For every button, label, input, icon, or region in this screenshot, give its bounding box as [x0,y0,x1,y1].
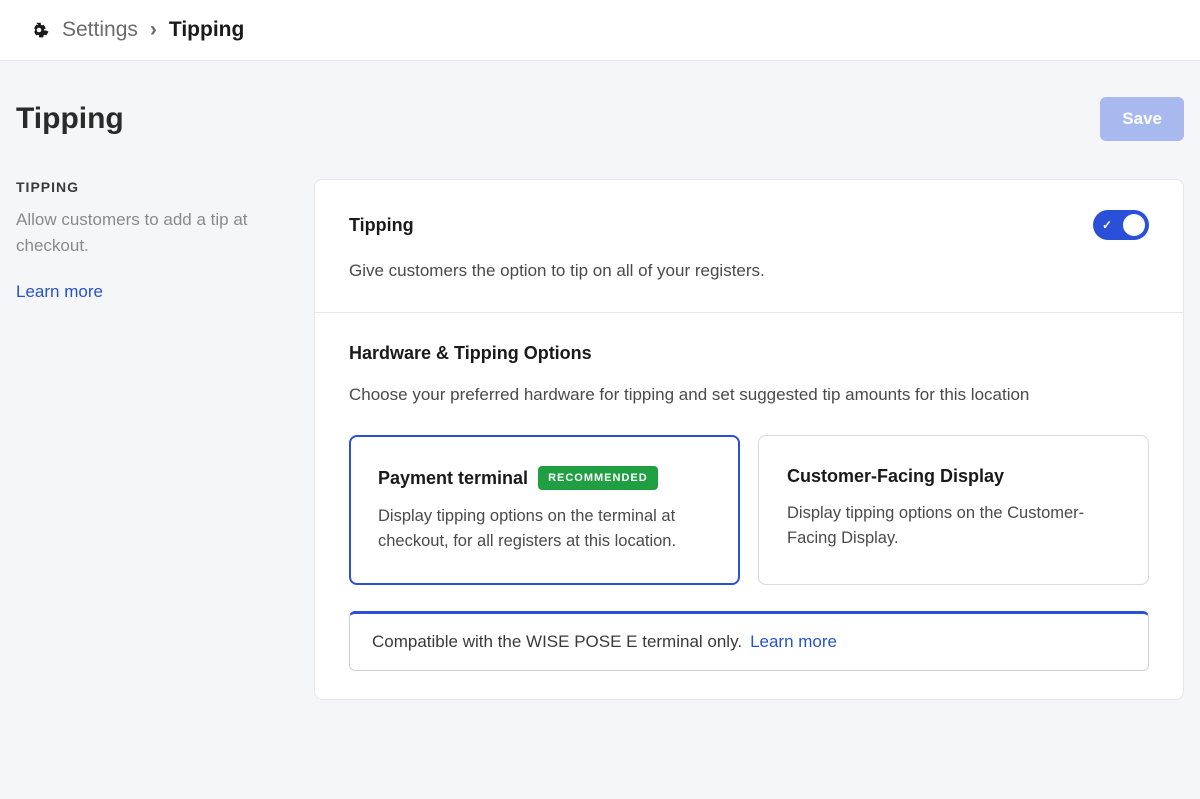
option-title: Payment terminal [378,468,528,489]
content: Tipping Allow customers to add a tip at … [0,179,1200,700]
save-button[interactable]: Save [1100,97,1184,141]
breadcrumb-root[interactable]: Settings [62,18,138,42]
chevron-right-icon: › [150,18,157,42]
tipping-toggle-section: Tipping ✓ Give customers the option to t… [315,180,1183,312]
recommended-badge: Recommended [538,466,658,490]
hardware-options: Payment terminal Recommended Display tip… [349,435,1149,585]
hardware-section-title: Hardware & Tipping Options [349,343,1149,364]
sidebar-description: Allow customers to add a tip at checkout… [16,207,284,260]
tipping-section-description: Give customers the option to tip on all … [349,258,1149,284]
toggle-knob [1123,214,1145,236]
hardware-section: Hardware & Tipping Options Choose your p… [315,312,1183,699]
page-header: Tipping Save [0,61,1200,179]
page-title: Tipping [16,102,124,136]
topbar: Settings › Tipping [0,0,1200,61]
option-title: Customer-Facing Display [787,466,1004,487]
hardware-section-description: Choose your preferred hardware for tippi… [349,382,1149,408]
option-payment-terminal[interactable]: Payment terminal Recommended Display tip… [349,435,740,585]
option-description: Display tipping options on the terminal … [378,504,711,554]
breadcrumb-current: Tipping [169,18,244,42]
info-learn-more-link[interactable]: Learn more [750,632,837,652]
check-icon: ✓ [1102,218,1112,232]
option-customer-display[interactable]: Customer-Facing Display Display tipping … [758,435,1149,585]
settings-panel: Tipping ✓ Give customers the option to t… [314,179,1184,700]
option-description: Display tipping options on the Customer-… [787,501,1120,551]
tipping-toggle[interactable]: ✓ [1093,210,1149,240]
sidebar: Tipping Allow customers to add a tip at … [16,179,284,700]
compatibility-info-banner: Compatible with the WISE POSE E terminal… [349,611,1149,671]
breadcrumb: Settings › Tipping [62,18,244,42]
sidebar-learn-more-link[interactable]: Learn more [16,282,103,301]
gear-icon[interactable] [28,19,50,41]
info-text: Compatible with the WISE POSE E terminal… [372,632,742,652]
sidebar-heading: Tipping [16,179,284,195]
tipping-section-title: Tipping [349,215,414,236]
